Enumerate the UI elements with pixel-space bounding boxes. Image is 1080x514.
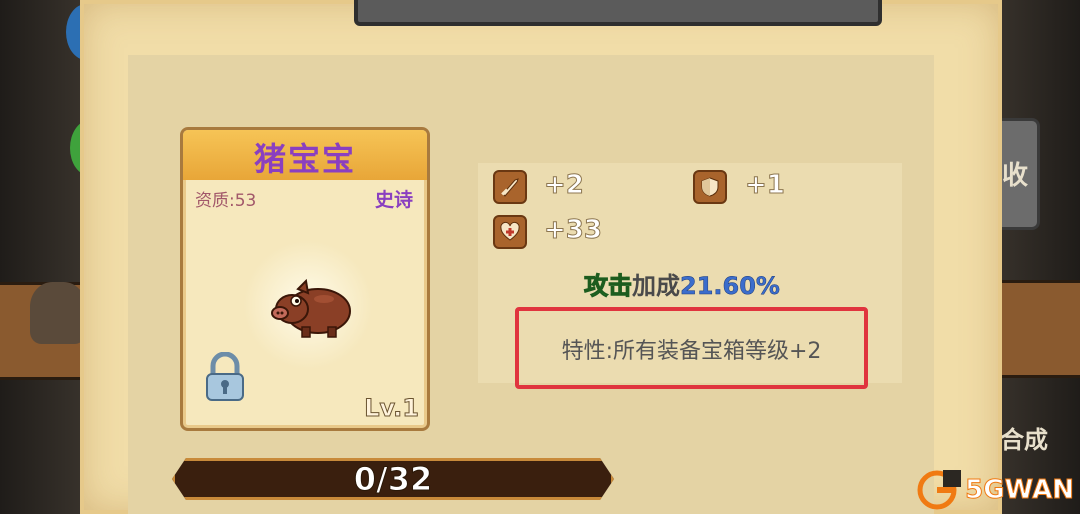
health-value: +33: [544, 215, 603, 246]
pet-level: Lv.1: [364, 394, 420, 423]
watermark-logo: 5GWAN: [915, 470, 1074, 510]
bonus-label: 加成: [632, 272, 680, 300]
background-left: [0, 0, 90, 514]
pet-rarity: 史诗: [374, 189, 413, 211]
pet-trait: 特性:所有装备宝箱等级+2: [561, 339, 822, 364]
attack-value: +2: [544, 170, 585, 201]
lock-icon[interactable]: [203, 351, 247, 408]
shield-icon: [693, 170, 727, 204]
pet-quality: 资质:53: [195, 191, 257, 211]
watermark-g-icon: [917, 470, 962, 510]
compose-label[interactable]: 合成: [1000, 420, 1048, 455]
attack-bonus: 攻击加成21.60%: [584, 266, 781, 301]
watermark-text: 5GWAN: [965, 475, 1075, 506]
trait-highlight-box: 特性:所有装备宝箱等级+2: [515, 307, 868, 389]
bonus-type: 攻击: [584, 272, 633, 301]
helmet-icon: [30, 282, 86, 344]
right-tab[interactable]: [993, 280, 1080, 378]
pig-icon: [268, 275, 354, 343]
fragment-progress-bar: 0/32: [172, 458, 614, 500]
pet-card[interactable]: 猪宝宝 资质:53 史诗 Lv.1: [180, 127, 430, 431]
panel-header-bar: [354, 0, 882, 26]
defense-value: +1: [745, 170, 786, 201]
sword-icon: [493, 170, 527, 204]
heart-icon: [493, 215, 527, 249]
pet-name: 猪宝宝: [253, 140, 356, 178]
progress-text: 0/32: [353, 460, 433, 498]
recycle-label: 收: [1001, 161, 1028, 191]
bonus-value: 21.60%: [680, 272, 780, 301]
